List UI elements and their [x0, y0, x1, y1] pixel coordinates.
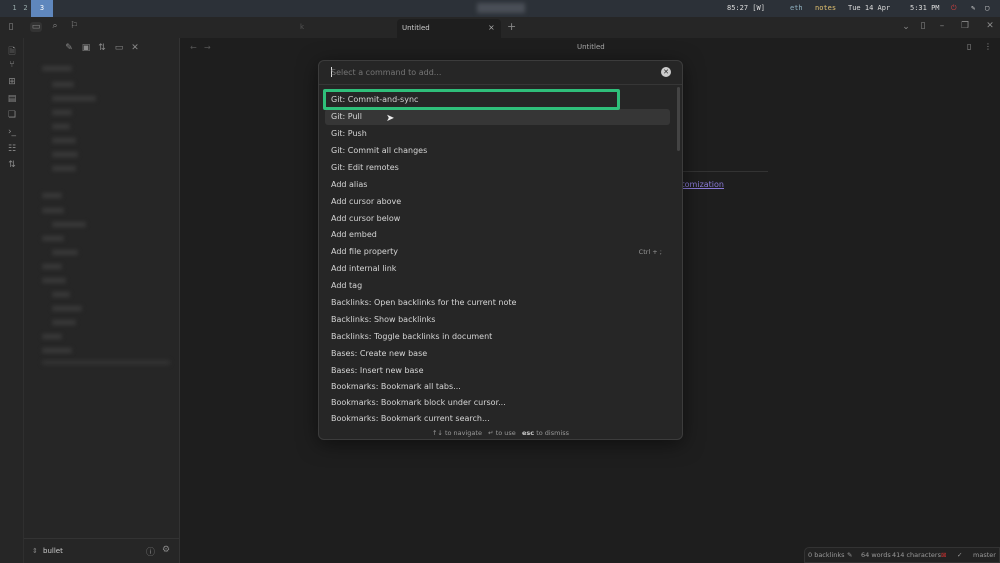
- palette-footer: ↑↓ to navigate ↵ to use esc to dismiss: [431, 429, 570, 437]
- vault-name[interactable]: bullet: [43, 547, 63, 555]
- new-note-icon[interactable]: ✎: [63, 43, 75, 53]
- backlinks-count[interactable]: 0 backlinks: [808, 548, 845, 562]
- command-item[interactable]: Add embed: [325, 227, 670, 243]
- command-item[interactable]: Add internal link: [325, 261, 670, 277]
- highlight-box: [323, 89, 620, 110]
- close-tab-icon[interactable]: ×: [488, 23, 495, 32]
- graph-icon[interactable]: ⑂: [6, 60, 18, 70]
- help-icon[interactable]: ⓘ: [146, 545, 155, 558]
- battery-status: 85:27 [W]: [727, 4, 765, 12]
- new-note-icon[interactable]: 🗎: [6, 44, 18, 60]
- command-item[interactable]: Add cursor below: [325, 211, 670, 227]
- mouse-cursor: ➤: [386, 113, 395, 124]
- calendar-icon[interactable]: ▤: [6, 94, 18, 104]
- left-ribbon: 🗎 ⑂ ⊞ ▤ ❏ ›_ ☷ ⇅: [0, 38, 24, 563]
- scrollbar[interactable]: [677, 87, 680, 151]
- pages-icon[interactable]: ❏: [6, 110, 18, 120]
- workspace-2[interactable]: 2: [20, 0, 31, 17]
- workspace-3[interactable]: 3: [31, 0, 53, 17]
- network-status: eth: [790, 4, 803, 12]
- word-count: 64 words: [861, 551, 891, 559]
- command-item[interactable]: Git: Edit remotes: [325, 160, 670, 176]
- workspace-1[interactable]: 1: [9, 0, 20, 17]
- command-item[interactable]: Add tag: [325, 278, 670, 294]
- command-search: ✕: [319, 61, 682, 85]
- command-item[interactable]: Backlinks: Show backlinks: [325, 312, 670, 328]
- sync-off-icon[interactable]: ⊠: [941, 548, 946, 562]
- tab-other[interactable]: k: [300, 23, 304, 31]
- reading-view-icon[interactable]: ▯: [967, 42, 971, 51]
- window-icon[interactable]: ▢: [985, 0, 989, 17]
- window-title-blurred: [477, 3, 525, 13]
- command-search-input[interactable]: [331, 65, 651, 79]
- command-item[interactable]: Bookmarks: Bookmark current search...: [325, 411, 670, 427]
- command-item[interactable]: Git: Commit all changes: [325, 143, 670, 159]
- sort-icon[interactable]: ⇅: [96, 43, 108, 53]
- back-icon[interactable]: ←: [190, 43, 197, 52]
- list-icon[interactable]: ☷: [6, 144, 18, 154]
- new-tab-button[interactable]: +: [507, 20, 516, 33]
- more-options-icon[interactable]: ⋮: [984, 42, 992, 51]
- clear-search-icon[interactable]: ✕: [661, 67, 671, 77]
- new-folder-icon[interactable]: ▣: [80, 43, 92, 53]
- folder-icon[interactable]: ▭: [30, 22, 42, 32]
- mode-indicator: notes: [815, 4, 837, 12]
- command-item[interactable]: Git: Push: [325, 126, 670, 142]
- collapse-icon[interactable]: ▭: [113, 43, 125, 53]
- power-icon[interactable]: ⏻: [951, 0, 957, 17]
- command-item[interactable]: Add file property Ctrl + ;: [325, 244, 670, 260]
- hotkey: Ctrl + ;: [638, 248, 662, 256]
- layout-icon[interactable]: ▯: [917, 21, 929, 31]
- tab-label: Untitled: [402, 24, 430, 32]
- terminal-icon[interactable]: ›_: [6, 127, 18, 137]
- command-item[interactable]: Backlinks: Open backlinks for the curren…: [325, 295, 670, 311]
- vault-switcher-icon[interactable]: ⇕: [32, 547, 38, 555]
- close-icon[interactable]: ✕: [129, 43, 141, 53]
- command-item[interactable]: Bookmarks: Bookmark all tabs...: [325, 379, 670, 395]
- search-icon[interactable]: ⌕: [49, 21, 61, 31]
- canvas-icon[interactable]: ⊞: [6, 77, 18, 87]
- forward-icon[interactable]: →: [204, 43, 211, 52]
- tab-bar: ▯ ▭ ⌕ ⚐ k Untitled × + ⌄ ▯ – ❐ ✕: [0, 17, 1000, 38]
- sidebar-toggle-icon[interactable]: ▯: [5, 22, 17, 32]
- command-item[interactable]: Backlinks: Toggle backlinks in document: [325, 329, 670, 345]
- tab-untitled[interactable]: Untitled ×: [397, 19, 501, 38]
- close-window-icon[interactable]: ✕: [984, 21, 996, 31]
- command-palette: ✕ Git: Commit-and-sync Git: Pull Git: Pu…: [318, 60, 683, 440]
- command-item[interactable]: Bookmarks: Bookmark block under cursor..…: [325, 395, 670, 411]
- date: Tue 14 Apr: [848, 4, 891, 12]
- command-item[interactable]: Git: Pull: [325, 109, 670, 125]
- command-item[interactable]: Add cursor above: [325, 194, 670, 210]
- check-icon[interactable]: ✓: [957, 548, 962, 562]
- system-top-bar: 1 2 3 85:27 [W] eth notes Tue 14 Apr 5:3…: [0, 0, 1000, 17]
- character-count: 414 characters: [892, 551, 941, 559]
- command-item[interactable]: Bases: Create new base: [325, 346, 670, 362]
- chevron-down-icon[interactable]: ⌄: [900, 22, 912, 32]
- command-item[interactable]: Add alias: [325, 177, 670, 193]
- clock: 5:31 PM: [910, 4, 940, 12]
- bookmark-icon[interactable]: ⚐: [68, 21, 80, 31]
- edit-icon[interactable]: ✎: [847, 548, 852, 562]
- file-explorer: ✎ ▣ ⇅ ▭ ✕ ⇕ bullet ⓘ ⚙: [24, 38, 180, 563]
- note-title: Untitled: [577, 43, 605, 51]
- command-item[interactable]: Bases: Insert new base: [325, 363, 670, 379]
- minimize-icon[interactable]: –: [936, 21, 948, 31]
- git-branch[interactable]: master: [973, 548, 996, 562]
- pencil-icon[interactable]: ✎: [971, 0, 975, 17]
- maximize-icon[interactable]: ❐: [959, 21, 971, 31]
- status-bar: 0 backlinks ✎ 64 words 414 characters ⊠ …: [804, 547, 1000, 563]
- git-icon[interactable]: ⇅: [6, 160, 18, 170]
- settings-icon[interactable]: ⚙: [162, 545, 170, 555]
